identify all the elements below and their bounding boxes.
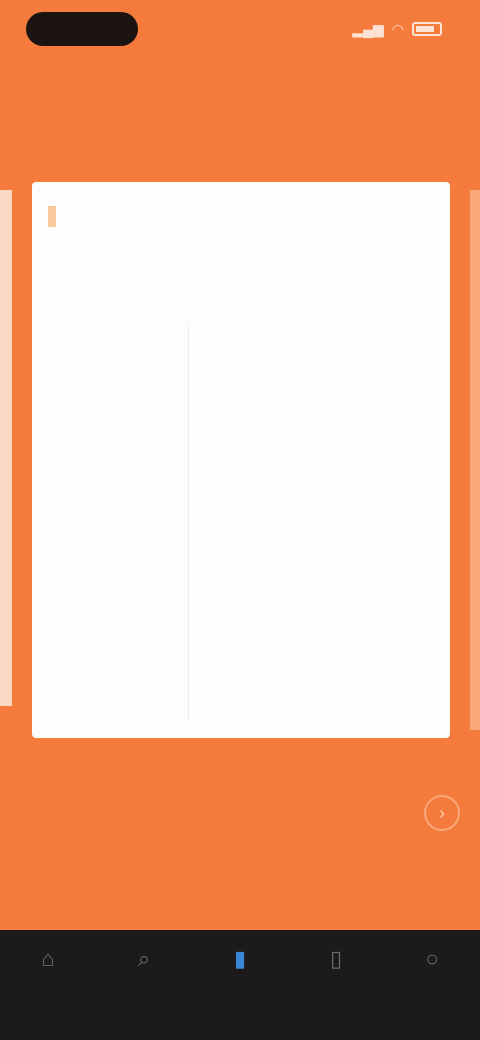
home-icon: ⌂	[41, 946, 55, 971]
status-bar: ▂▄▆ ◠	[0, 0, 480, 60]
content-card	[32, 182, 450, 738]
item-definition	[168, 566, 434, 618]
list-item	[48, 442, 434, 502]
item-term	[48, 446, 168, 498]
profile-icon: ○	[425, 946, 439, 971]
item-term	[48, 566, 168, 618]
nav-item-learn[interactable]: ▮	[205, 946, 275, 1006]
list-item	[48, 622, 434, 682]
battery-icon	[412, 22, 442, 36]
item-term	[48, 686, 168, 738]
status-time	[26, 12, 138, 46]
card-heading	[48, 200, 434, 234]
item-definition	[168, 386, 434, 438]
item-definition	[168, 626, 434, 678]
item-definition	[168, 506, 434, 558]
chevron-right-icon: ›	[439, 802, 445, 823]
list-item	[48, 562, 434, 622]
previous-card-edge[interactable]	[0, 190, 12, 706]
nav-item-home[interactable]: ⌂	[13, 946, 83, 1006]
item-definition	[168, 326, 434, 378]
search-icon: ⌕	[137, 946, 151, 971]
list-item	[48, 322, 434, 382]
item-term	[48, 326, 168, 378]
item-term	[48, 386, 168, 438]
nav-item-saved[interactable]: ▯	[301, 946, 371, 1006]
status-icons: ▂▄▆ ◠	[352, 18, 442, 40]
list-item	[48, 502, 434, 562]
bottom-nav: ⌂ ⌕ ▮ ▯ ○	[0, 930, 480, 1040]
bookmark-icon: ▯	[329, 946, 343, 971]
definition-list	[48, 322, 434, 742]
item-definition	[168, 686, 434, 738]
book-icon: ▮	[233, 946, 247, 971]
card-heading-highlight	[48, 206, 56, 227]
item-definition	[168, 446, 434, 498]
next-card-edge[interactable]	[470, 190, 480, 730]
item-term	[48, 626, 168, 678]
nav-item-search[interactable]: ⌕	[109, 946, 179, 1006]
list-item	[48, 682, 434, 742]
wifi-icon: ◠	[391, 20, 404, 37]
item-term	[48, 506, 168, 558]
list-item	[48, 382, 434, 442]
nav-item-profile[interactable]: ○	[397, 946, 467, 1006]
side-action-button[interactable]: ›	[424, 795, 460, 831]
signal-icon: ▂▄▆	[352, 20, 384, 37]
